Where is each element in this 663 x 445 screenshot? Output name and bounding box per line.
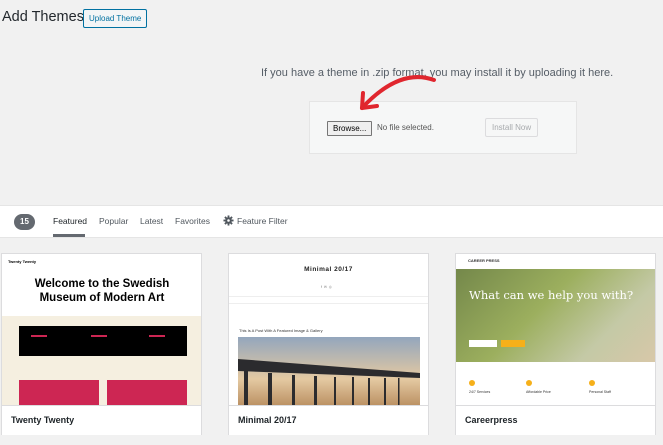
preview-nav: Twenty Twenty — [2, 254, 201, 276]
preview-feature-title: Personal Staff — [589, 390, 611, 394]
preview-menu — [229, 296, 428, 304]
preview-feature-title: 24/7 Services — [469, 390, 491, 394]
preview-brand: Twenty Twenty — [8, 259, 37, 264]
preview-title: Minimal 20/17 — [304, 266, 353, 273]
theme-count-badge: 15 — [14, 214, 35, 230]
theme-card-twenty-twenty[interactable]: Twenty Twenty Welcome to the Swedish Mus… — [1, 253, 202, 435]
preview-feature: 24/7 Services — [469, 380, 490, 394]
preview-image-block — [19, 380, 99, 405]
preview-feature-title: Affordable Price — [526, 390, 551, 394]
theme-filter-bar: 15 Featured Popular Latest Favorites Fea… — [0, 205, 663, 238]
preview-post-title: This Is A Post With A Featured Image & G… — [239, 328, 323, 333]
theme-screenshot[interactable]: Twenty Twenty Welcome to the Swedish Mus… — [2, 254, 201, 405]
file-status: No file selected. — [377, 123, 434, 132]
feature-filter-link[interactable]: Feature Filter — [237, 216, 288, 226]
theme-screenshot[interactable]: CAREER PRESS What can we help you with? … — [456, 254, 655, 405]
theme-card-minimal[interactable]: Minimal 20/17 f ✉ ◎ This Is A Post With … — [228, 253, 429, 435]
theme-name: Twenty Twenty — [2, 405, 201, 435]
theme-name: Careerpress — [456, 405, 655, 435]
preview-feature: Personal Staff — [589, 380, 611, 394]
tab-favorites[interactable]: Favorites — [175, 216, 210, 226]
preview-image-block — [107, 380, 187, 405]
annotation-arrow-icon — [360, 75, 436, 110]
preview-feature: Affordable Price — [526, 380, 551, 394]
tab-featured[interactable]: Featured — [53, 216, 87, 226]
install-now-button[interactable]: Install Now — [485, 118, 539, 137]
theme-name: Minimal 20/17 — [229, 405, 428, 435]
preview-info-block — [19, 326, 187, 356]
preview-featured-image — [238, 337, 420, 405]
preview-nav: CAREER PRESS — [456, 254, 655, 269]
page-title: Add Themes — [2, 9, 84, 25]
theme-card-careerpress[interactable]: CAREER PRESS What can we help you with? … — [455, 253, 656, 435]
preview-button — [469, 340, 497, 347]
active-tab-indicator — [53, 234, 85, 237]
gear-icon — [223, 215, 234, 226]
theme-screenshot[interactable]: Minimal 20/17 f ✉ ◎ This Is A Post With … — [229, 254, 428, 405]
upload-theme-button[interactable]: Upload Theme — [83, 9, 148, 28]
preview-logo: CAREER PRESS — [468, 258, 500, 263]
tab-popular[interactable]: Popular — [99, 216, 128, 226]
tab-latest[interactable]: Latest — [140, 216, 163, 226]
preview-button — [501, 340, 525, 347]
preview-headline: Welcome to the Swedish Museum of Modern … — [34, 278, 170, 304]
preview-social-icons: f ✉ ◎ — [321, 285, 332, 289]
browse-button[interactable]: Browse... — [327, 121, 373, 136]
preview-headline: What can we help you with? — [469, 288, 634, 302]
